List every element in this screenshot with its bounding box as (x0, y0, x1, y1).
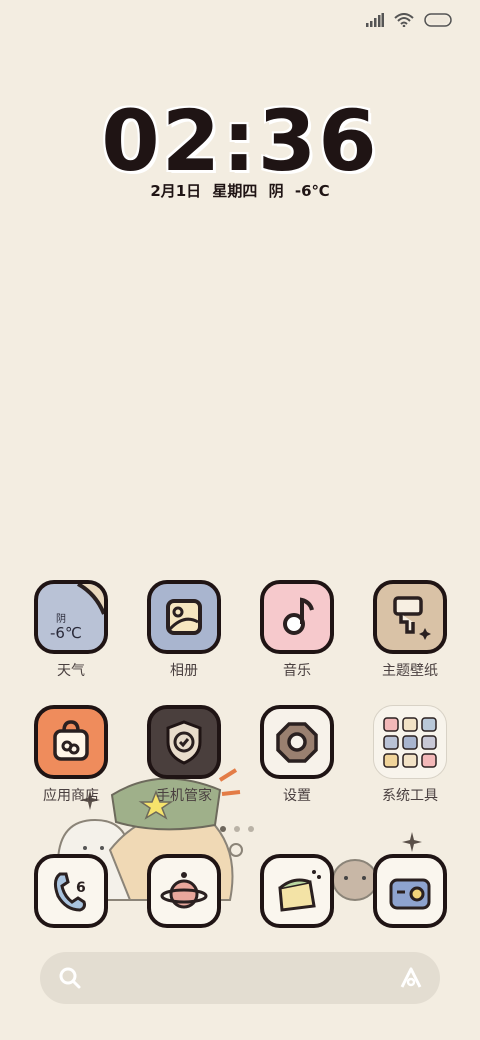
search-icon (58, 966, 82, 994)
app-label-theme: 主题壁纸 (382, 663, 438, 679)
app-theme[interactable]: 主题壁纸 (354, 580, 466, 680)
gallery-icon (147, 580, 221, 654)
security-shield-icon (147, 705, 221, 779)
settings-gear-icon (260, 705, 334, 779)
wifi-icon (394, 13, 414, 27)
status-bar (366, 10, 454, 30)
app-label-music: 音乐 (283, 663, 311, 679)
theme-brush-icon (373, 580, 447, 654)
page-dot (248, 826, 254, 832)
clock-date: 2月1日 星期四 阴 -6℃ (150, 182, 330, 200)
assistant-icon[interactable] (398, 965, 424, 995)
music-icon (260, 580, 334, 654)
app-system-tools[interactable]: 系统工具 (354, 705, 466, 805)
clock-time[interactable]: 02:36 (0, 96, 480, 186)
camera-icon (373, 854, 447, 928)
browser-planet-icon (147, 854, 221, 928)
app-label-weather: 天气 (57, 663, 85, 679)
app-store[interactable]: 应用商店 (15, 705, 127, 805)
notes-icon (260, 854, 334, 928)
app-weather[interactable]: 阴 -6℃ 天气 (15, 580, 127, 680)
app-settings[interactable]: 设置 (241, 705, 353, 805)
system-tools-folder-icon (373, 705, 447, 779)
weather-condition: 阴 (56, 614, 66, 625)
app-store-bag-icon (34, 705, 108, 779)
dock-browser[interactable] (128, 854, 240, 928)
weather-icon: 阴 -6℃ (34, 580, 108, 654)
app-label-settings: 设置 (283, 788, 311, 804)
page-dot (234, 826, 240, 832)
app-label-system-tools: 系统工具 (382, 788, 438, 804)
app-label-store: 应用商店 (43, 788, 99, 804)
dock-notes[interactable] (241, 854, 353, 928)
app-label-security: 手机管家 (156, 788, 212, 804)
phone-icon: 6 (34, 854, 108, 928)
app-label-gallery: 相册 (170, 663, 198, 679)
svg-text:6: 6 (76, 880, 86, 896)
page-dot-active (220, 826, 226, 832)
dock-camera[interactable] (354, 854, 466, 928)
dock-phone[interactable]: 6 (15, 854, 127, 928)
search-bar[interactable] (40, 952, 440, 1004)
page-indicator (220, 826, 254, 832)
signal-icon (366, 13, 384, 27)
app-security[interactable]: 手机管家 (128, 705, 240, 805)
app-music[interactable]: 音乐 (241, 580, 353, 680)
weather-temp: -6℃ (50, 624, 82, 642)
app-gallery[interactable]: 相册 (128, 580, 240, 680)
battery-icon (424, 13, 454, 27)
